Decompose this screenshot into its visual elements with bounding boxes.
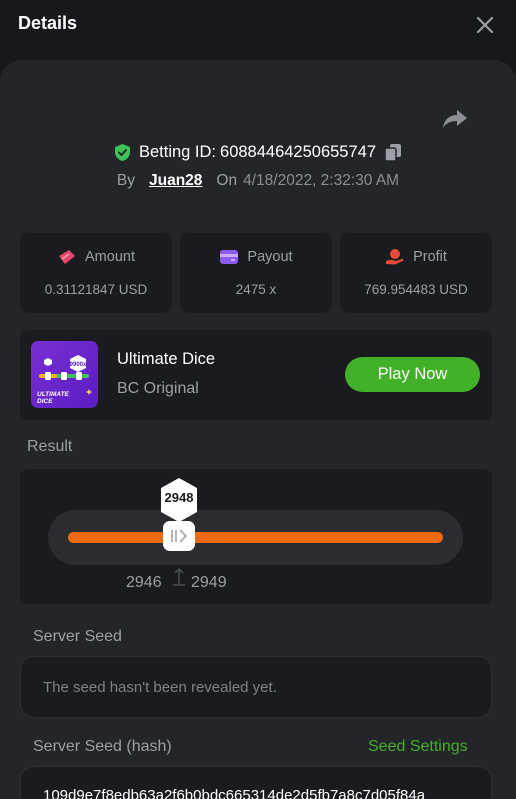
bet-date: 4/18/2022, 2:32:30 AM [243,172,400,189]
server-seed-hash-label: Server Seed (hash) [33,738,172,755]
result-slider-handle[interactable] [163,521,195,551]
play-now-button[interactable]: Play Now [345,357,480,392]
profit-card: Profit 769.954483 USD [340,233,492,313]
server-seed-hash-field[interactable]: 109d9e7f8edb63a2f6b0bdc665314de2d5fb7a8c… [20,766,492,799]
close-icon[interactable] [474,14,496,36]
svg-text:9900x: 9900x [70,362,87,368]
seed-settings-link[interactable]: Seed Settings [368,738,468,756]
result-track-background [48,510,463,565]
wallet-icon [220,250,239,264]
amount-value: 0.31121847 USD [44,282,148,297]
range-high: 2949 [191,574,227,591]
result-label: Result [27,438,73,455]
verified-shield-icon [114,143,130,161]
game-thumbnail[interactable]: 9900x ULTIMATE DICE [31,341,98,408]
share-icon[interactable] [442,108,468,130]
result-slider-box: 2948 2946 2949 [20,469,492,604]
svg-text:DICE: DICE [37,398,53,405]
arrow-up-icon [173,567,185,586]
svg-text:ULTIMATE: ULTIMATE [37,391,70,398]
bet-byline: By Juan28 On 4/18/2022, 2:32:30 AM [0,170,516,192]
server-seed-hash-value: 109d9e7f8edb63a2f6b0bdc665314de2d5fb7a8c… [43,787,426,799]
coins-icon [59,250,75,264]
slider-grip-icon [171,529,188,543]
on-label: On [216,172,238,189]
game-name: Ultimate Dice [117,350,216,368]
payout-card: Payout 2475 x [180,233,332,313]
game-card: 9900x ULTIMATE DICE Ultimate Dice BC Ori… [20,330,492,420]
server-seed-field[interactable]: The seed hasn't been revealed yet. [20,656,492,718]
betting-id-value: 60884464250655747 [220,142,377,161]
profit-label: Profit [413,249,447,265]
page-title: Details [18,13,78,33]
copy-icon[interactable] [384,143,402,162]
server-seed-placeholder: The seed hasn't been revealed yet. [43,679,277,696]
by-label: By [116,172,135,189]
game-subtitle: BC Original [117,380,199,397]
hand-money-icon [386,249,404,265]
range-low: 2946 [126,574,162,591]
details-header: Details [0,0,516,60]
payout-value: 2475 x [235,282,277,297]
amount-label: Amount [85,249,135,265]
profit-value: 769.954483 USD [364,282,468,297]
payout-label: Payout [247,249,293,265]
username-link[interactable]: Juan28 [149,172,202,190]
ultimate-dice-logo-icon: 9900x ULTIMATE DICE [37,355,92,405]
result-value: 2948 [164,490,194,505]
betting-id-label: Betting ID: [138,142,217,161]
result-track [68,532,443,543]
betting-id-row: Betting ID: 60884464250655747 [0,140,516,164]
amount-card: Amount 0.31121847 USD [20,233,172,313]
server-seed-label: Server Seed [33,628,122,645]
